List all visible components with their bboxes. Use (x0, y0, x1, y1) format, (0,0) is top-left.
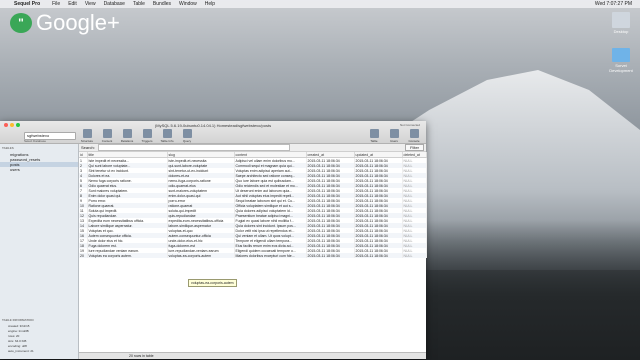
menu-item-database[interactable]: Database (104, 1, 125, 7)
sidebar: TABLES migrations password_resets posts use… (0, 144, 79, 359)
google-plus-overlay: " Google+ (10, 10, 120, 36)
table-cell[interactable]: Saepe architecto sed ratione conseq... (234, 173, 307, 178)
table-row[interactable]: 16 Autem consequuntur officia. autem-conse… (79, 233, 427, 238)
toolbar-table-info-button[interactable]: Table Info (159, 129, 175, 143)
toolbar-triggers-button[interactable]: Triggers (139, 129, 155, 143)
window-title: (MySQL 5.6.19-0ubuntu0.14.04.1) Homestea… (154, 123, 272, 128)
content-icon (102, 129, 112, 138)
table-cell[interactable]: Odio reiciendis sed et molestiae et mo..… (234, 183, 307, 188)
table-row[interactable]: 13 Expedita eum necessitatibus officia. ex… (79, 218, 427, 223)
status-bar: 20 rows in table (79, 352, 426, 359)
search-label: Search: (81, 145, 95, 150)
table-cell[interactable]: Quia dolores sint incidunt. Ipsum pos... (234, 223, 307, 228)
database-select-caption: Select Database (24, 139, 47, 143)
table-cell[interactable]: NULL (402, 253, 427, 258)
table-cell[interactable]: Eligendi quidem occaecati tempore o... (234, 248, 307, 253)
menu-item-table[interactable]: Table (133, 1, 145, 7)
content-pane: Search: Filter id title slug content created… (79, 144, 427, 359)
table-info-item: auto_increment: 21 (8, 349, 34, 353)
filter-button[interactable]: Filter (405, 144, 424, 151)
table-cell[interactable]: 20 (79, 253, 88, 258)
menu-app-name[interactable]: Sequel Pro (14, 1, 40, 7)
console-icon (409, 129, 419, 138)
toolbar-label: Relations (120, 139, 134, 143)
sequel-pro-window: (MySQL 5.6.19-0ubuntu0.14.04.1) Homestea… (0, 121, 427, 359)
window-titlebar: (MySQL 5.6.19-0ubuntu0.14.04.1) Homestea… (0, 121, 426, 147)
tables-header: TABLES (2, 146, 14, 150)
toolbar-label: Structure (80, 139, 94, 143)
desktop-icon-sorvet[interactable]: Sorvet Development (606, 48, 636, 73)
users-icon (389, 129, 399, 138)
toolbar-label: Content (101, 139, 113, 143)
connection-status: Not Connected (399, 123, 420, 127)
triggers-icon (142, 129, 152, 138)
toolbar-query-button[interactable]: Query (179, 129, 195, 143)
table-row[interactable]: 5 Nemo fuga corporis ratione. nemo-fuga-co… (79, 178, 427, 183)
structure-icon (82, 129, 92, 138)
sidebar-table-users[interactable]: users (0, 167, 78, 172)
table-info-header: TABLE INFORMATION (2, 318, 34, 322)
table-row[interactable]: 20 Voluptas ea corporis autem. voluptas-ea… (79, 253, 427, 258)
content-grid: id title slug content created_at updated_at de… (79, 152, 427, 258)
google-hangouts-icon: " (10, 13, 32, 33)
toolbar-relations-button[interactable]: Relations (119, 129, 135, 143)
query-icon (182, 129, 192, 138)
desktop-icon-desktop[interactable]: Desktop (606, 12, 636, 34)
toolbar-label: Table Info (160, 139, 174, 143)
toolbar-structure-button[interactable]: Structure (79, 129, 95, 143)
menu-item-view[interactable]: View (85, 1, 96, 7)
relations-icon (122, 129, 132, 138)
menu-item-window[interactable]: Window (179, 1, 197, 7)
cell-tooltip: voluptas-ea-corporis-autem (188, 279, 237, 287)
toolbar-label: Console (408, 139, 420, 143)
table-cell[interactable]: Voluptas ea corporis autem. (87, 253, 168, 258)
toolbar-content-button[interactable]: Content (99, 129, 115, 143)
menu-clock[interactable]: Wed 7:07:27 PM (595, 1, 632, 7)
menu-bar: Sequel Pro File Edit View Database Table Bund… (0, 0, 640, 8)
toolbar-label: Triggers (141, 139, 153, 143)
menu-item-help[interactable]: Help (205, 1, 215, 7)
table-row[interactable]: 19 Iure repudiandae veniam earum. iure-rep… (79, 248, 427, 253)
table-cell[interactable]: 2015-03-11 18:06:34 (354, 253, 403, 258)
drive-icon (612, 12, 630, 28)
menu-item-edit[interactable]: Edit (68, 1, 77, 7)
toolbar-label: Users (390, 139, 398, 143)
menu-item-bundles[interactable]: Bundles (153, 1, 171, 7)
table-info-icon (162, 129, 172, 138)
search-bar: Search: Filter (79, 144, 426, 152)
table-cell[interactable]: 2015-03-11 18:06:34 (306, 253, 355, 258)
table-cell[interactable]: voluptas-ea-corporis-autem (167, 253, 235, 258)
toolbar-label: Query (182, 139, 192, 143)
row-count: 20 rows in table (129, 354, 154, 358)
folder-icon (612, 48, 630, 62)
table-row[interactable]: 14 Labore similique aspernatur. labore-sim… (79, 223, 427, 228)
menu-item-file[interactable]: File (52, 1, 60, 7)
table-cell[interactable]: Maiores doloribus excepturi cum fde... (234, 253, 307, 258)
google-plus-wordmark: Google+ (36, 10, 120, 35)
history-icon (369, 129, 379, 138)
search-field[interactable] (97, 144, 290, 151)
